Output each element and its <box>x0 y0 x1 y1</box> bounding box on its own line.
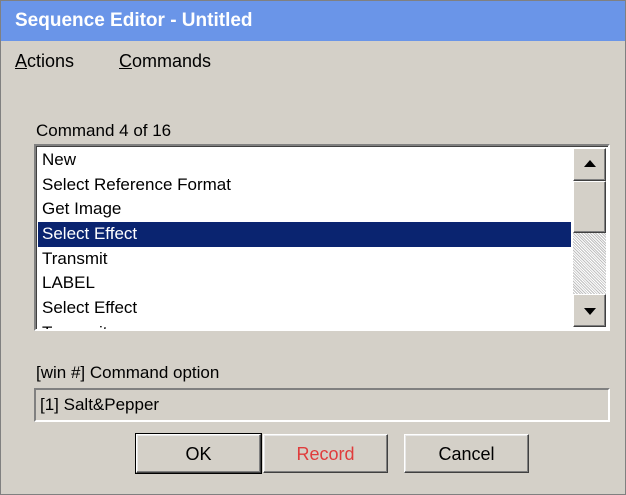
command-list-item[interactable]: Transmit <box>38 247 571 272</box>
menu-actions[interactable]: Actions <box>15 51 74 72</box>
sequence-editor-window: Sequence Editor - Untitled Actions Comma… <box>0 0 626 495</box>
scroll-up-button[interactable] <box>573 148 606 181</box>
command-list-item[interactable]: Select Effect <box>38 222 571 247</box>
menu-bar: Actions Commands <box>1 41 625 77</box>
arrow-down-icon <box>584 308 596 315</box>
menu-commands[interactable]: Commands <box>119 51 211 72</box>
menu-actions-mnemonic: A <box>15 51 28 71</box>
command-list: New Select Reference Format Get Image Selec… <box>38 148 571 329</box>
command-option-header: [win #] Command option <box>36 363 220 382</box>
command-option-field: [1] Salt&Pepper <box>34 388 610 422</box>
command-list-item[interactable]: Select Reference Format <box>38 173 571 198</box>
command-listbox[interactable]: New Select Reference Format Get Image Selec… <box>34 144 610 331</box>
scroll-down-button[interactable] <box>573 294 606 327</box>
menu-actions-label: ctions <box>27 51 75 71</box>
record-button[interactable]: Record <box>263 434 388 473</box>
arrow-up-icon <box>584 160 596 167</box>
scroll-thumb[interactable] <box>573 181 606 233</box>
cancel-button[interactable]: Cancel <box>404 434 529 473</box>
ok-button[interactable]: OK <box>135 433 262 474</box>
command-list-item[interactable]: LABEL <box>38 271 571 296</box>
command-list-item[interactable]: New <box>38 148 571 173</box>
command-counter: Command 4 of 16 <box>36 121 172 140</box>
command-list-item[interactable]: Select Effect <box>38 296 571 321</box>
menu-commands-label: ommands <box>132 51 212 71</box>
command-list-item[interactable]: Get Image <box>38 197 571 222</box>
command-list-item[interactable]: Transmit <box>38 321 571 329</box>
menu-commands-mnemonic: C <box>119 51 132 71</box>
vertical-scrollbar[interactable] <box>573 148 606 327</box>
title-bar[interactable]: Sequence Editor - Untitled <box>1 1 625 41</box>
window-title: Sequence Editor - Untitled <box>15 10 253 31</box>
